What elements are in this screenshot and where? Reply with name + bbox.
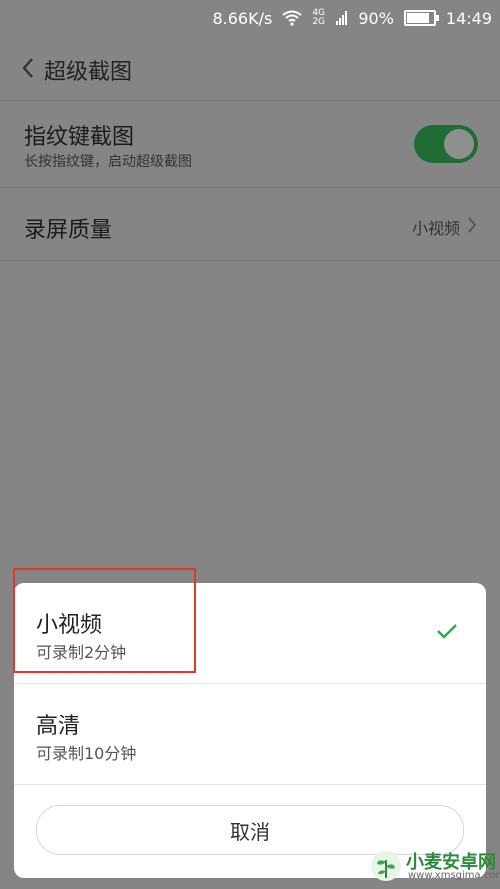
watermark-logo-icon: [371, 851, 401, 881]
chevron-right-icon: [468, 217, 477, 233]
wifi-icon: [282, 10, 302, 26]
watermark-url: www.xmsgima.com: [408, 870, 500, 881]
recording-quality-row[interactable]: 录屏质量 小视频: [0, 188, 500, 260]
fingerprint-screenshot-row[interactable]: 指纹键截图 长按指纹键，启动超级截图: [0, 101, 500, 187]
network-type: 4G 2G: [312, 8, 326, 27]
toggle-knob: [444, 129, 474, 159]
app-header: 超级截图: [0, 36, 500, 100]
option-subtitle: 可录制10分钟: [36, 744, 137, 763]
check-icon: [437, 624, 457, 639]
fingerprint-toggle[interactable]: [414, 125, 478, 163]
option-title: 高清: [36, 714, 81, 739]
signal-icon: [336, 11, 348, 25]
back-chevron-icon[interactable]: [18, 56, 38, 80]
page-title: 超级截图: [44, 60, 133, 85]
option-divider: [14, 784, 486, 785]
quality-title: 录屏质量: [24, 218, 113, 243]
battery-percent: 90%: [358, 8, 394, 28]
clock: 14:49: [445, 8, 492, 28]
watermark: 小麦安卓网 www.xmsgima.com: [370, 846, 500, 886]
status-bar: 8.66K/s 4G 2G 90% 14:49: [0, 0, 500, 36]
quality-value: 小视频: [411, 219, 460, 238]
highlight-box: [13, 568, 196, 673]
row-divider: [0, 260, 500, 261]
fingerprint-subtitle: 长按指纹键，启动超级截图: [24, 154, 192, 170]
battery-icon: [403, 10, 439, 26]
network-speed: 8.66K/s: [212, 8, 273, 28]
status-right: 8.66K/s 4G 2G 90% 14:49: [212, 0, 492, 36]
fingerprint-title: 指纹键截图: [24, 125, 135, 150]
option-hd[interactable]: 高清 可录制10分钟: [14, 684, 486, 784]
